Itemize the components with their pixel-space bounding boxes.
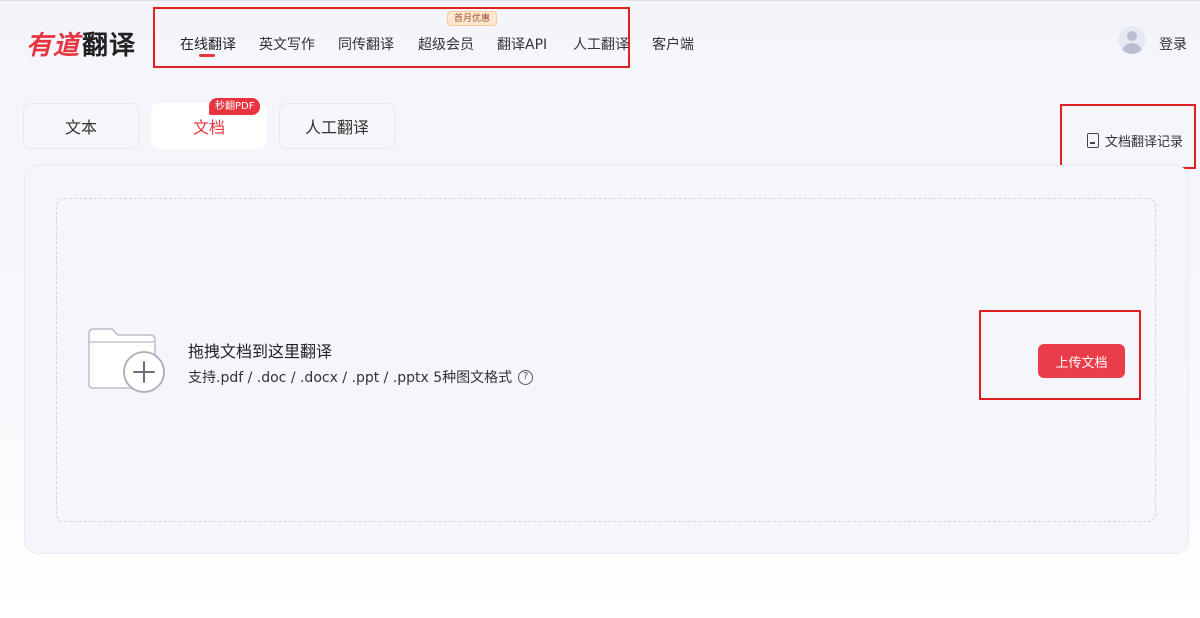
drop-subtitle: 支持.pdf / .doc / .docx / .ppt / .pptx 5种图… — [188, 367, 534, 387]
drop-title: 拖拽文档到这里翻译 — [188, 342, 333, 361]
login-link[interactable]: 登录 — [1159, 34, 1187, 54]
tab-document-label: 文档 — [192, 118, 225, 137]
nav-item-simultaneous[interactable]: 同传翻译 — [338, 34, 394, 54]
tab-human-translate-label: 人工翻译 — [304, 118, 369, 137]
upload-document-button[interactable]: 上传文档 — [1038, 344, 1125, 378]
document-history-label: 文档翻译记录 — [1105, 135, 1184, 150]
tab-text-label: 文本 — [64, 118, 97, 137]
nav-item-super-vip[interactable]: 超级会员 — [418, 34, 474, 54]
document-icon — [1087, 133, 1099, 148]
avatar-icon[interactable] — [1118, 26, 1146, 54]
nav-item-online-translate[interactable]: 在线翻译 — [180, 34, 236, 54]
logo[interactable]: 有道 翻译 — [26, 26, 137, 61]
top-border — [0, 0, 1200, 1]
supported-formats: 支持.pdf / .doc / .docx / .ppt / .pptx 5种图… — [188, 370, 513, 386]
logo-brand: 有道 — [26, 30, 81, 61]
tab-text[interactable]: 文本 — [23, 103, 139, 149]
tab-badge: 秒翻PDF — [209, 98, 261, 115]
folder-add-icon — [88, 328, 165, 393]
nav-item-api[interactable]: 翻译API — [497, 34, 547, 54]
tab-human-translate[interactable]: 人工翻译 — [279, 103, 395, 149]
nav-item-human-translate[interactable]: 人工翻译 — [573, 34, 629, 54]
nav-active-underline — [199, 54, 215, 57]
nav-item-client[interactable]: 客户端 — [652, 34, 694, 54]
help-icon[interactable]: ? — [518, 369, 534, 385]
document-history-link[interactable]: 文档翻译记录 — [1087, 131, 1183, 150]
nav-item-english-writing[interactable]: 英文写作 — [259, 34, 315, 54]
logo-product: 翻译 — [82, 30, 137, 61]
promo-badge: 首月优惠 — [447, 11, 498, 26]
